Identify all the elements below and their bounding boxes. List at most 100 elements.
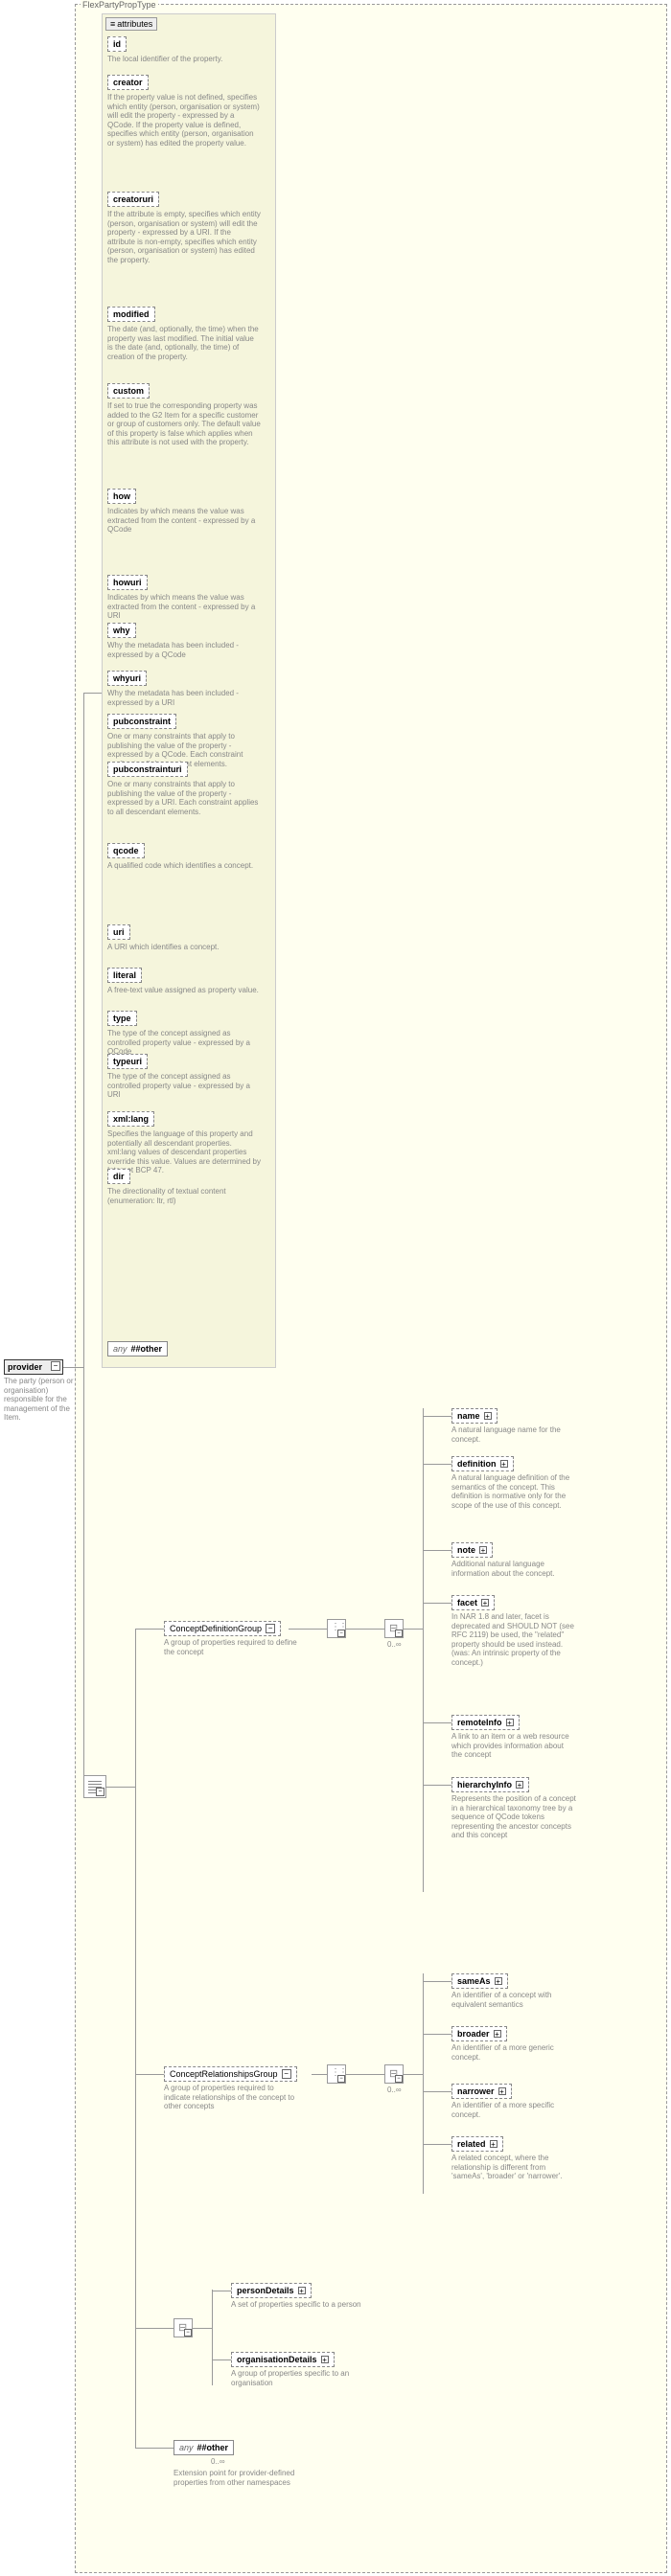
attr-qcode: qcode A qualified code which identifies … — [107, 843, 261, 871]
attr-how: how Indicates by which means the value w… — [107, 489, 261, 535]
attr-name[interactable]: pubconstraint — [107, 714, 176, 729]
connector — [423, 1973, 424, 2194]
any-other-desc: Extension point for provider-defined pro… — [174, 2469, 308, 2487]
cardinality: 0..∞ — [211, 2457, 225, 2466]
attr-name[interactable]: dir — [107, 1169, 130, 1184]
elem-facet[interactable]: facet+ — [451, 1595, 495, 1610]
attr-id: id The local identifier of the property. — [107, 36, 261, 64]
elem-broader[interactable]: broader+ — [451, 2026, 507, 2041]
attr-desc: The date (and, optionally, the time) whe… — [107, 325, 261, 361]
elem-organisationDetails[interactable]: organisationDetails+ — [231, 2352, 335, 2367]
attr-name[interactable]: modified — [107, 307, 155, 322]
attr-uri: uri A URI which identifies a concept. — [107, 924, 261, 952]
cdg-sequence[interactable] — [327, 1619, 346, 1638]
type-label: FlexPartyPropType — [81, 0, 158, 10]
attr-howuri: howuri Indicates by which means the valu… — [107, 575, 261, 621]
details-choice[interactable] — [174, 2318, 193, 2337]
attr-name[interactable]: howuri — [107, 575, 148, 590]
elem-desc: An identifier of a more specific concept… — [451, 2101, 576, 2119]
attributes-header[interactable]: attributes — [105, 17, 157, 31]
attr-custom: custom If set to true the corresponding … — [107, 383, 261, 447]
attr-desc: Why the metadata has been included - exp… — [107, 689, 261, 707]
attr-desc: The directionality of textual content (e… — [107, 1187, 261, 1205]
concept-definition-group[interactable]: ConceptDefinitionGroup — [164, 1621, 281, 1636]
attr-desc: If set to true the corresponding propert… — [107, 401, 261, 447]
connector — [135, 2074, 164, 2075]
attr-name[interactable]: id — [107, 36, 127, 52]
elem-desc: An identifier of a concept with equivale… — [451, 1991, 576, 2009]
cdg-choice[interactable] — [384, 1619, 404, 1638]
elem-note[interactable]: note+ — [451, 1542, 493, 1558]
cdg-desc: A group of properties required to define… — [164, 1638, 298, 1656]
attr-desc: Indicates by which means the value was e… — [107, 593, 261, 621]
attr-creatoruri: creatoruri If the attribute is empty, sp… — [107, 192, 261, 265]
attr-name[interactable]: qcode — [107, 843, 145, 858]
attr-name[interactable]: how — [107, 489, 136, 504]
elem-desc: An identifier of a more generic concept. — [451, 2043, 576, 2062]
elem-remoteInfo[interactable]: remoteInfo+ — [451, 1715, 520, 1730]
attr-xml:lang: xml:lang Specifies the language of this … — [107, 1111, 261, 1175]
elem-desc: In NAR 1.8 and later, facet is deprecate… — [451, 1612, 576, 1668]
connector — [289, 1629, 327, 1630]
attr-name[interactable]: creatoruri — [107, 192, 159, 207]
crg-choice[interactable] — [384, 2064, 404, 2084]
attr-desc: A free-text value assigned as property v… — [107, 986, 261, 995]
attr-name[interactable]: literal — [107, 968, 142, 983]
attr-desc: If the attribute is empty, specifies whi… — [107, 210, 261, 265]
attr-pubconstraint: pubconstraint One or many constraints th… — [107, 714, 261, 768]
crg-desc: A group of properties required to indica… — [164, 2084, 298, 2111]
elem-name[interactable]: name+ — [451, 1408, 497, 1424]
attr-name[interactable]: pubconstrainturi — [107, 762, 188, 777]
connector — [135, 1629, 136, 2448]
elem-personDetails[interactable]: personDetails+ — [231, 2283, 312, 2298]
elem-related[interactable]: related+ — [451, 2136, 503, 2152]
connector — [106, 1787, 135, 1788]
connector — [346, 1629, 384, 1630]
connector — [135, 2328, 174, 2329]
connector — [312, 2074, 327, 2075]
attr-type: type The type of the concept assigned as… — [107, 1011, 261, 1057]
attr-name[interactable]: xml:lang — [107, 1111, 154, 1127]
attr-desc: The local identifier of the property. — [107, 55, 261, 64]
provider-desc: The party (person or organisation) respo… — [4, 1377, 82, 1423]
attr-literal: literal A free-text value assigned as pr… — [107, 968, 261, 995]
attr-name[interactable]: type — [107, 1011, 137, 1026]
any-other-element[interactable]: any##other — [174, 2440, 234, 2455]
attr-name[interactable]: uri — [107, 924, 130, 940]
attr-whyuri: whyuri Why the metadata has been include… — [107, 671, 261, 707]
attr-name[interactable]: creator — [107, 75, 149, 90]
connector — [135, 2448, 174, 2449]
elem-hierarchyInfo[interactable]: hierarchyInfo+ — [451, 1777, 529, 1792]
attr-why: why Why the metadata has been included -… — [107, 623, 261, 659]
sequence-main[interactable] — [83, 1775, 106, 1798]
connector — [212, 2290, 213, 2385]
attr-desc: Indicates by which means the value was e… — [107, 507, 261, 535]
elem-desc: A set of properties specific to a person — [231, 2300, 365, 2310]
elem-sameAs[interactable]: sameAs+ — [451, 1973, 508, 1989]
elem-definition[interactable]: definition+ — [451, 1456, 514, 1471]
any-attribute[interactable]: any##other — [107, 1341, 168, 1356]
attr-name[interactable]: whyuri — [107, 671, 147, 686]
elem-desc: A link to an item or a web resource whic… — [451, 1732, 576, 1760]
elem-desc: A natural language name for the concept. — [451, 1425, 576, 1444]
attr-desc: A qualified code which identifies a conc… — [107, 861, 261, 871]
cardinality: 0..∞ — [387, 1640, 402, 1649]
attr-any: any##other — [107, 1341, 168, 1356]
attr-name[interactable]: custom — [107, 383, 150, 399]
attr-desc: A URI which identifies a concept. — [107, 943, 261, 952]
attr-name[interactable]: typeuri — [107, 1054, 148, 1069]
attr-name[interactable]: why — [107, 623, 136, 638]
attr-desc: If the property value is not defined, sp… — [107, 93, 261, 148]
crg-sequence[interactable] — [327, 2064, 346, 2084]
attr-dir: dir The directionality of textual conten… — [107, 1169, 261, 1205]
provider-element[interactable]: provider — [4, 1359, 63, 1375]
attr-desc: One or many constraints that apply to pu… — [107, 780, 261, 816]
connector — [193, 2328, 212, 2329]
elem-narrower[interactable]: narrower+ — [451, 2084, 512, 2099]
connector — [83, 693, 84, 1787]
concept-relationships-group[interactable]: ConceptRelationshipsGroup — [164, 2066, 297, 2082]
attr-desc: The type of the concept assigned as cont… — [107, 1072, 261, 1100]
cardinality: 0..∞ — [387, 2086, 402, 2094]
connector — [404, 1629, 423, 1630]
attr-modified: modified The date (and, optionally, the … — [107, 307, 261, 361]
